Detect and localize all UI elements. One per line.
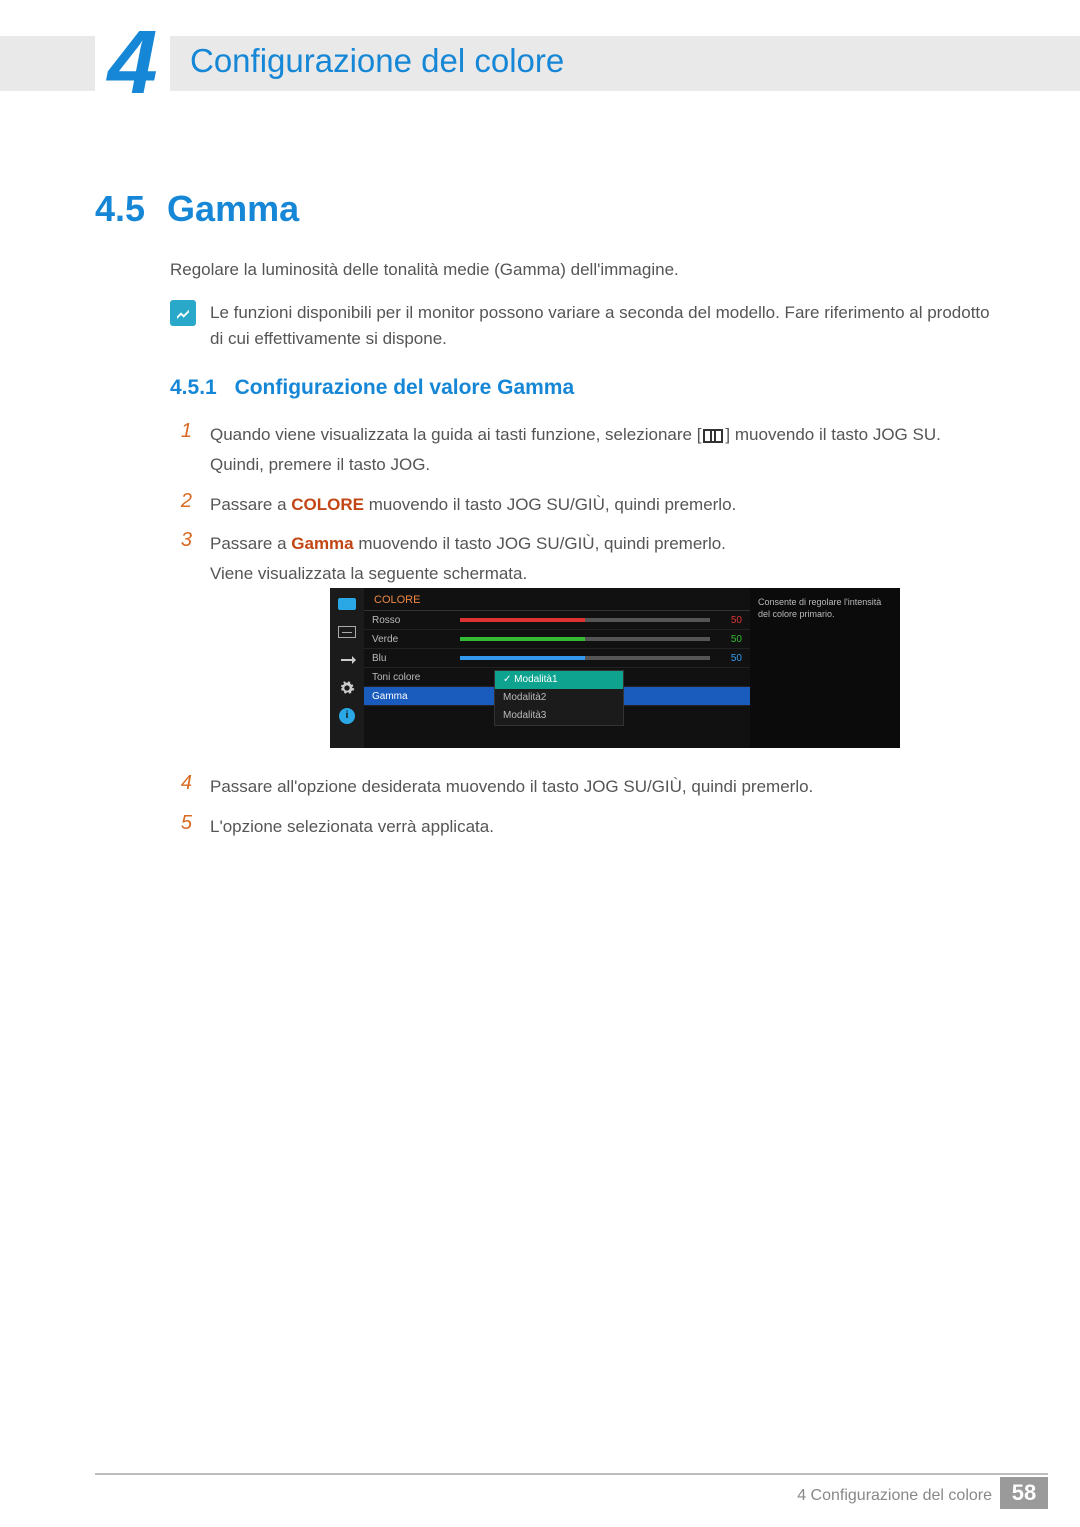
step-number: 3: [170, 529, 192, 589]
steps-list: 1 Quando viene visualizzata la guida ai …: [170, 420, 990, 599]
subsection-number: 4.5.1: [170, 376, 217, 399]
step-number: 5: [170, 812, 192, 842]
step-number: 4: [170, 772, 192, 802]
osd-popup-mode1: Modalità1: [495, 671, 623, 689]
step-4: 4 Passare all'opzione desiderata muovend…: [170, 772, 990, 802]
step-number: 2: [170, 490, 192, 520]
step-1: 1 Quando viene visualizzata la guida ai …: [170, 420, 990, 480]
step-text: Passare all'opzione desiderata muovendo …: [210, 772, 813, 802]
monitor-icon: [337, 596, 357, 612]
osd-title: COLORE: [364, 594, 750, 611]
osd-row-red: Rosso 50: [364, 611, 750, 630]
subsection-heading: 4.5.1 Configurazione del valore Gamma: [170, 376, 574, 400]
steps-list-cont: 4 Passare all'opzione desiderata muovend…: [170, 772, 990, 852]
note-block: Le funzioni disponibili per il monitor p…: [170, 300, 990, 353]
osd-screenshot: i COLORE Rosso 50 Verde 50 Blu 50 Toni c…: [330, 588, 900, 748]
size-icon: [337, 624, 357, 640]
note-icon: [170, 300, 196, 326]
chapter-title: Configurazione del colore: [190, 42, 564, 80]
section-number: 4.5: [95, 188, 145, 230]
step-3: 3 Passare a Gamma muovendo il tasto JOG …: [170, 529, 990, 589]
step-text: Quando viene visualizzata la guida ai ta…: [210, 420, 990, 480]
menu-icon: [703, 429, 723, 443]
section-intro: Regolare la luminosità delle tonalità me…: [170, 260, 990, 280]
osd-popup-mode2: Modalità2: [495, 689, 623, 707]
manual-page: 4 Configurazione del colore 4.5 Gamma Re…: [0, 0, 1080, 1527]
footer-divider: [95, 1473, 1048, 1475]
page-number: 58: [1000, 1477, 1048, 1509]
step-text: Passare a Gamma muovendo il tasto JOG SU…: [210, 529, 726, 589]
gear-icon: [337, 680, 357, 696]
step-2: 2 Passare a COLORE muovendo il tasto JOG…: [170, 490, 990, 520]
note-text: Le funzioni disponibili per il monitor p…: [210, 300, 990, 353]
step-text: L'opzione selezionata verrà applicata.: [210, 812, 494, 842]
osd-popup: Modalità1 Modalità2 Modalità3: [494, 670, 624, 726]
section-title: Gamma: [167, 188, 299, 230]
osd-help-text: Consente di regolare l'intensità del col…: [750, 588, 900, 748]
section-heading: 4.5 Gamma: [95, 188, 299, 230]
subsection-title: Configurazione del valore Gamma: [235, 376, 575, 399]
step-5: 5 L'opzione selezionata verrà applicata.: [170, 812, 990, 842]
info-icon: i: [337, 708, 357, 724]
osd-row-green: Verde 50: [364, 630, 750, 649]
page-footer: 4 Configurazione del colore 58: [0, 1473, 1080, 1513]
osd-row-blue: Blu 50: [364, 649, 750, 668]
chapter-number: 4: [107, 18, 157, 108]
footer-chapter-label: 4 Configurazione del colore: [797, 1487, 992, 1505]
step-number: 1: [170, 420, 192, 480]
osd-main: COLORE Rosso 50 Verde 50 Blu 50 Toni col…: [364, 588, 750, 748]
osd-popup-mode3: Modalità3: [495, 707, 623, 725]
arrows-icon: [337, 652, 357, 668]
step-text: Passare a COLORE muovendo il tasto JOG S…: [210, 490, 736, 520]
chapter-tab: 4: [95, 22, 170, 104]
osd-sidebar: i: [330, 588, 364, 748]
